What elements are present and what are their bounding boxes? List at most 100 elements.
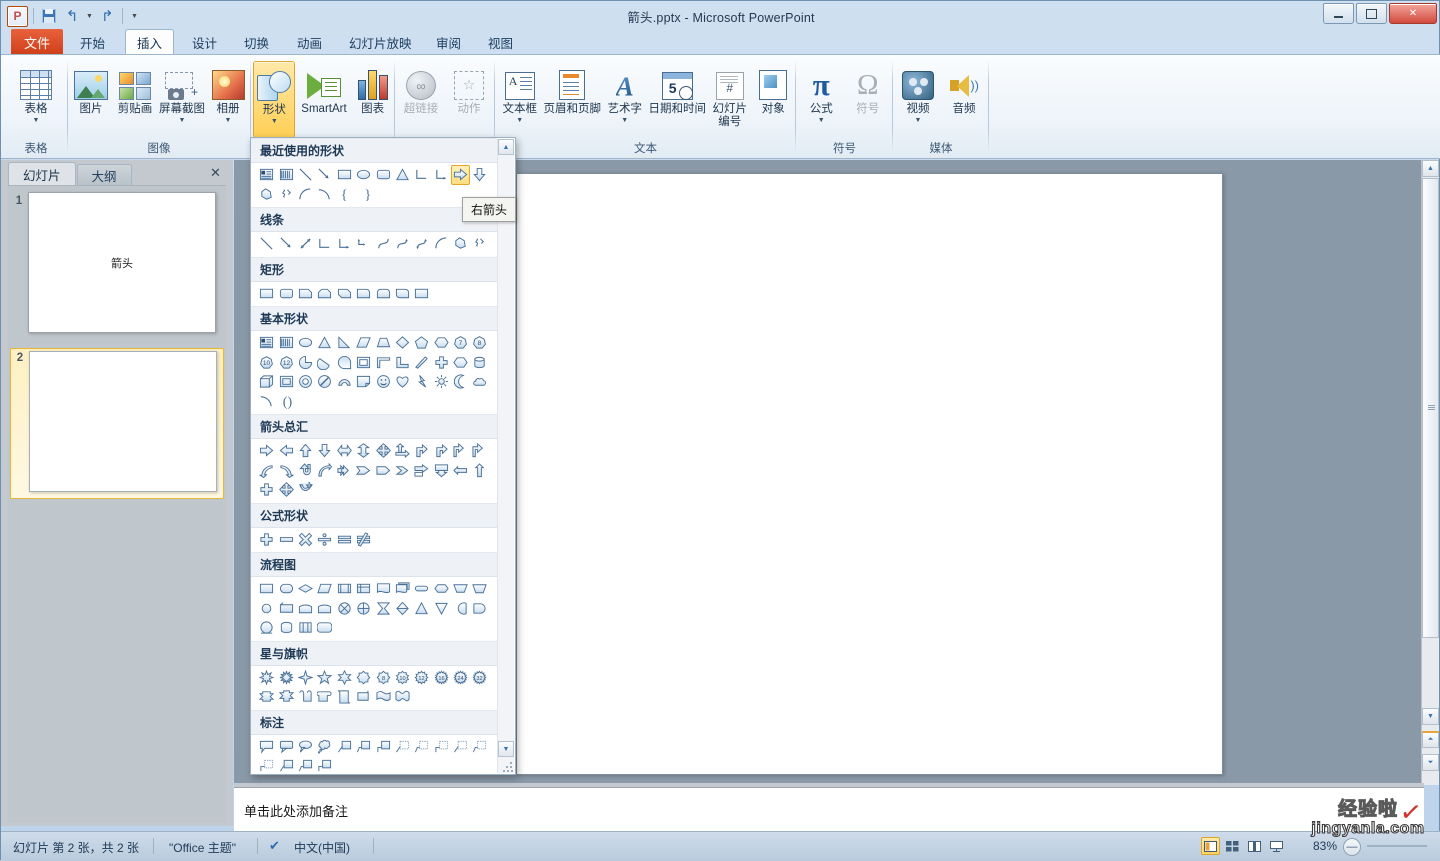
shape-cell[interactable] (354, 372, 373, 392)
shape-cell[interactable] (432, 461, 451, 481)
shape-cell[interactable] (335, 599, 354, 619)
shape-cell[interactable] (373, 579, 392, 599)
shape-cell[interactable] (257, 461, 276, 481)
insert-slide-number-button[interactable]: 幻灯片编号 (708, 61, 752, 129)
shape-cell[interactable] (412, 461, 431, 481)
shape-cell[interactable] (276, 530, 295, 550)
scroll-up-icon[interactable]: ▲ (1422, 160, 1439, 177)
shape-cell[interactable] (354, 668, 373, 688)
shape-cell[interactable] (354, 579, 373, 599)
chevron-down-icon[interactable]: ▼ (516, 117, 523, 124)
shape-cell[interactable] (315, 165, 334, 185)
shape-cell[interactable] (276, 441, 295, 461)
shape-cell[interactable] (276, 372, 295, 392)
shape-cell[interactable] (354, 687, 373, 707)
shape-cell[interactable] (257, 372, 276, 392)
shape-cell[interactable] (412, 284, 431, 304)
shape-cell[interactable] (335, 353, 354, 373)
shape-cell[interactable] (315, 599, 334, 619)
insert-action-button[interactable]: 动作 (447, 61, 491, 116)
previous-slide-icon[interactable]: ⏶ (1422, 731, 1439, 748)
shape-cell[interactable] (296, 756, 315, 774)
shape-cell[interactable] (335, 687, 354, 707)
insert-textbox-button[interactable]: 文本框 ▼ (498, 61, 542, 124)
shape-cell[interactable] (296, 480, 315, 500)
shape-cell[interactable] (451, 441, 470, 461)
shape-cell[interactable] (432, 599, 451, 619)
normal-view-button[interactable] (1201, 837, 1220, 855)
shape-cell[interactable] (257, 441, 276, 461)
tab-design[interactable]: 设计 (181, 29, 228, 55)
shape-cell[interactable] (432, 165, 451, 185)
language-label[interactable]: 中文(中国) (294, 839, 350, 856)
shape-cell[interactable] (451, 353, 470, 373)
chevron-down-icon[interactable]: ▼ (33, 117, 40, 124)
gallery-scrollbar[interactable]: ▲ ▼ (497, 139, 514, 773)
shape-cell[interactable]: 10 (257, 353, 276, 373)
shape-cell[interactable] (257, 185, 276, 205)
insert-screenshot-button[interactable]: + 屏幕截图 ▼ (157, 61, 207, 124)
tab-file[interactable]: 文件 (11, 29, 63, 55)
shape-cell[interactable] (470, 234, 489, 254)
shape-cell[interactable] (432, 234, 451, 254)
insert-header-footer-button[interactable]: 页眉和页脚 (543, 61, 601, 116)
shape-cell[interactable] (276, 618, 295, 638)
shape-cell[interactable] (373, 461, 392, 481)
vertical-scrollbar[interactable]: ▲ ▼ ⏶ ⏷ (1421, 160, 1439, 785)
shape-cell[interactable] (335, 737, 354, 757)
shape-cell[interactable] (257, 599, 276, 619)
shape-cell[interactable] (335, 441, 354, 461)
shape-cell[interactable] (470, 372, 489, 392)
shape-cell[interactable] (393, 333, 412, 353)
shape-cell[interactable] (373, 234, 392, 254)
shape-cell[interactable] (412, 441, 431, 461)
shape-cell[interactable] (276, 185, 295, 205)
shape-cell[interactable] (276, 599, 295, 619)
chevron-down-icon[interactable]: ▼ (621, 117, 628, 124)
shape-cell[interactable] (335, 333, 354, 353)
shape-cell[interactable] (470, 737, 489, 757)
shape-cell[interactable] (470, 441, 489, 461)
tab-animations[interactable]: 动画 (286, 29, 333, 55)
shape-cell[interactable] (257, 530, 276, 550)
shape-cell[interactable] (276, 234, 295, 254)
next-slide-icon[interactable]: ⏷ (1422, 754, 1439, 771)
shape-cell[interactable] (432, 579, 451, 599)
shape-cell[interactable] (354, 441, 373, 461)
shape-cell[interactable] (393, 599, 412, 619)
shape-cell[interactable]: } (354, 185, 373, 205)
resize-grip[interactable] (503, 762, 514, 773)
chevron-down-icon[interactable]: ▼ (818, 117, 825, 124)
shape-cell[interactable] (354, 165, 373, 185)
shape-cell[interactable]: 10 (393, 668, 412, 688)
zoom-level-label[interactable]: 83% (1313, 839, 1337, 853)
shape-cell[interactable] (296, 284, 315, 304)
close-pane-icon[interactable]: ✕ (207, 164, 224, 181)
shape-cell[interactable] (315, 461, 334, 481)
shape-cell[interactable] (257, 392, 276, 412)
shape-cell[interactable] (296, 441, 315, 461)
shape-cell[interactable] (451, 461, 470, 481)
shape-cell[interactable] (315, 530, 334, 550)
shape-cell[interactable] (335, 668, 354, 688)
shape-cell[interactable] (393, 353, 412, 373)
shape-cell[interactable] (354, 530, 373, 550)
shape-cell[interactable] (335, 165, 354, 185)
shape-cell[interactable] (470, 461, 489, 481)
shape-cell[interactable] (276, 165, 295, 185)
shape-cell[interactable] (276, 756, 295, 774)
shape-cell[interactable]: () (276, 392, 295, 412)
shape-cell[interactable] (257, 618, 276, 638)
shape-cell[interactable] (470, 599, 489, 619)
shape-cell[interactable] (276, 687, 295, 707)
shape-cell[interactable] (393, 284, 412, 304)
chevron-down-icon[interactable]: ▼ (271, 118, 278, 125)
shape-cell[interactable]: 8 (470, 333, 489, 353)
shape-cell[interactable]: 12 (412, 668, 431, 688)
shape-cell[interactable] (276, 737, 295, 757)
chevron-down-icon[interactable]: ▼ (225, 117, 232, 124)
slide-thumbnail-2[interactable]: 2 (10, 348, 224, 499)
shape-cell[interactable] (276, 284, 295, 304)
shape-cell[interactable] (393, 372, 412, 392)
shape-cell[interactable] (393, 165, 412, 185)
